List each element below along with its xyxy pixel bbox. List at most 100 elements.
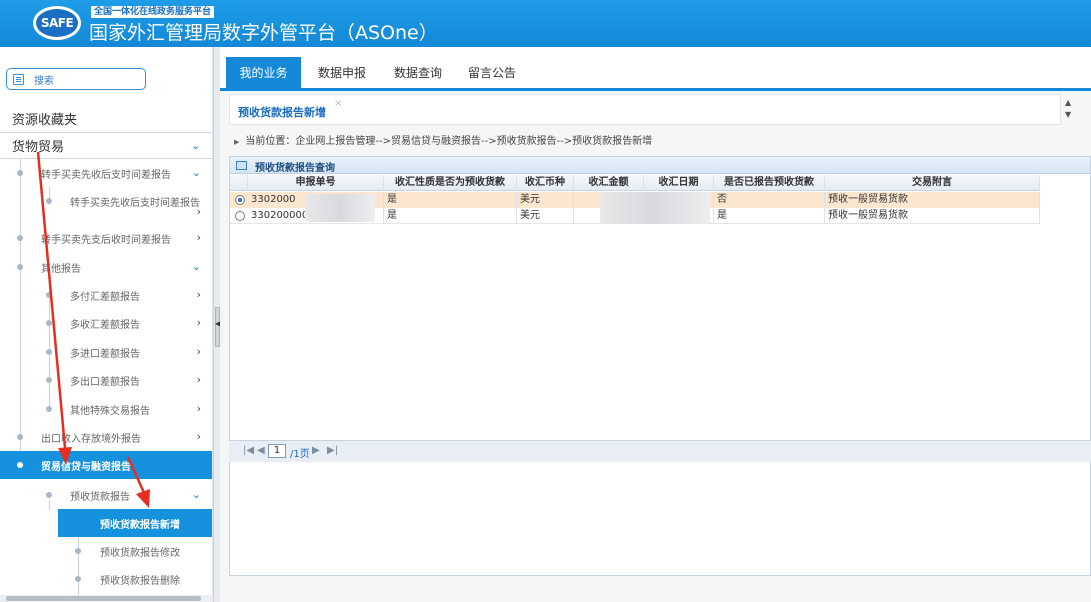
- safe-logo: SAFE: [33, 6, 81, 40]
- sidebar-item-transit-receive-first[interactable]: 转手买卖先收后支时间差报告 ⌄: [0, 159, 212, 187]
- sidebar-item-other-special[interactable]: 其他特殊交易报告 ›: [0, 395, 212, 423]
- tree-dot: [17, 170, 23, 176]
- logo-text: SAFE: [36, 9, 78, 37]
- main-content: 预收货款报告新增 × ▲ ▼ ▶ 当前位置：企业网上报告管理-->贸易信贷与融资报…: [220, 91, 1091, 602]
- tab-messages[interactable]: 留言公告: [459, 57, 525, 89]
- sidebar-item-overreceive[interactable]: 多收汇差额报告 ›: [0, 309, 212, 337]
- sidebar-item-prepayment-delete[interactable]: 预收货款报告删除: [0, 565, 212, 593]
- sidebar: 搜索 资源收藏夹 货物贸易 ⌄ 转手买卖先收后支时间差报告 ⌄ 转手买卖先收后支…: [0, 47, 213, 602]
- sidebar-scrollbar[interactable]: [0, 595, 213, 602]
- sidebar-item-overpay[interactable]: 多付汇差额报告 ›: [0, 281, 212, 309]
- column-header: 交易附言: [825, 175, 1040, 191]
- redacted-amount-date: [600, 192, 710, 224]
- chevron-right-icon: ›: [196, 316, 201, 329]
- sidebar-item-prepayment-add[interactable]: 预收货款报告新增: [58, 509, 212, 537]
- tab-data-query[interactable]: 数据查询: [383, 57, 453, 89]
- divider: [0, 132, 212, 133]
- scroll-up-icon[interactable]: ▲: [1065, 98, 1071, 107]
- sidebar-item-label: 转手买卖先收后支时间差报告: [70, 198, 200, 209]
- sidebar-item-label: 预收货款报告: [70, 492, 130, 503]
- favorites-link[interactable]: 资源收藏夹: [12, 109, 77, 128]
- redacted-id: [305, 194, 375, 222]
- query-panel: 预收货款报告查询 申报单号 收汇性质是否为预收货款 收汇币种 收汇金额 收汇日期…: [229, 156, 1091, 576]
- sidebar-item-prepayment[interactable]: 预收货款报告 ⌄: [0, 481, 212, 509]
- tree-dot: [75, 576, 81, 582]
- chevron-down-icon: ⌄: [191, 139, 201, 152]
- scrollbar-thumb[interactable]: [6, 596, 201, 601]
- sidebar-item-label: 预收货款报告修改: [100, 548, 180, 559]
- row-radio[interactable]: [235, 211, 245, 221]
- pagination-bar: |◀ ◀ 1 /1页 ▶ ▶|: [229, 440, 1091, 462]
- sidebar-item-trade-credit[interactable]: 贸易信贷与融资报告: [0, 451, 212, 479]
- cell-prepaid: 是: [384, 192, 517, 208]
- cell-id-prefix: 3302000: [251, 194, 296, 205]
- section-goods-trade[interactable]: 货物贸易: [12, 136, 64, 155]
- sidebar-item-label: 多进口差额报告: [70, 349, 140, 360]
- cell-reported: 否: [714, 192, 825, 208]
- page-total: /1页: [290, 449, 310, 460]
- sidebar-item-label: 贸易信贷与融资报告: [41, 462, 131, 473]
- sidebar-item-label: 多出口差额报告: [70, 377, 140, 388]
- tree-dot: [46, 349, 52, 355]
- row-radio[interactable]: [235, 195, 245, 205]
- tree-dot: [17, 434, 23, 440]
- sidebar-item-other-reports[interactable]: 其他报告 ⌄: [0, 253, 212, 281]
- cell-reported: 是: [714, 208, 825, 224]
- sidebar-item-overimport[interactable]: 多进口差额报告 ›: [0, 338, 212, 366]
- close-icon[interactable]: ×: [334, 98, 342, 109]
- tree-dot: [17, 462, 23, 468]
- search-icon: [13, 74, 24, 85]
- header-subtitle: 全国一体化在线政务服务平台: [91, 6, 215, 18]
- sidebar-item-label: 其他特殊交易报告: [70, 406, 150, 417]
- last-page-icon[interactable]: ▶|: [327, 445, 338, 456]
- chevron-right-icon: ›: [196, 231, 201, 244]
- sidebar-item-label: 转手买卖先收后支时间差报告: [41, 170, 171, 181]
- tree-dot: [46, 198, 52, 204]
- sidebar-item-export-abroad[interactable]: 出口收入存放境外报告 ›: [0, 423, 212, 451]
- sidebar-item-overexport[interactable]: 多出口差额报告 ›: [0, 366, 212, 394]
- next-page-icon[interactable]: ▶: [312, 445, 320, 456]
- page-title: 预收货款报告新增: [238, 106, 326, 119]
- top-tabs: 我的业务 数据申报 数据查询 留言公告: [220, 47, 1091, 89]
- sidebar-item-transit-pay-first[interactable]: 转手买卖先支后收时间差报告 ›: [0, 224, 212, 252]
- chevron-right-icon: ›: [196, 288, 201, 301]
- page-tab[interactable]: 预收货款报告新增 ×: [229, 94, 1061, 125]
- search-input[interactable]: 搜索: [34, 72, 54, 87]
- panel-title: 预收货款报告查询: [255, 163, 335, 174]
- column-header: 申报单号: [248, 175, 384, 191]
- column-header: 收汇日期: [644, 175, 714, 191]
- chevron-right-icon: ›: [196, 345, 201, 358]
- table-icon: [236, 161, 247, 170]
- chevron-right-icon: ›: [196, 402, 201, 415]
- sidebar-item-transit-receive-first-sub[interactable]: 转手买卖先收后支时间差报告 ›: [0, 187, 212, 219]
- panel-splitter[interactable]: ◀: [213, 47, 221, 602]
- page-number-input[interactable]: 1: [268, 444, 286, 458]
- sidebar-item-label: 多收汇差额报告: [70, 320, 140, 331]
- cell-prepaid: 是: [384, 208, 517, 224]
- chevron-down-icon: ⌄: [191, 488, 201, 501]
- app-header: SAFE 全国一体化在线政务服务平台 国家外汇管理局数字外管平台（ASOne）: [0, 0, 1091, 47]
- column-header: 是否已报告预收货款: [714, 175, 825, 191]
- sidebar-item-label: 预收货款报告新增: [100, 520, 180, 531]
- breadcrumb: ▶ 当前位置：企业网上报告管理-->贸易信贷与融资报告-->预收货款报告-->预收…: [234, 132, 652, 147]
- tab-data-report[interactable]: 数据申报: [307, 57, 377, 89]
- tab-my-business[interactable]: 我的业务: [226, 57, 301, 89]
- tree-dot: [75, 548, 81, 554]
- first-page-icon[interactable]: |◀: [243, 445, 254, 456]
- table-header: 申报单号 收汇性质是否为预收货款 收汇币种 收汇金额 收汇日期 是否已报告预收货…: [230, 175, 1040, 191]
- search-box[interactable]: 搜索: [6, 68, 146, 90]
- chevron-right-icon: ›: [196, 373, 201, 386]
- column-header: 收汇性质是否为预收货款: [384, 175, 517, 191]
- cell-currency: 美元: [517, 192, 574, 208]
- sidebar-item-label: 其他报告: [41, 264, 81, 275]
- tree-dot: [17, 264, 23, 270]
- column-header: 收汇币种: [517, 175, 574, 191]
- scroll-down-icon[interactable]: ▼: [1065, 110, 1071, 119]
- sidebar-item-label: 多付汇差额报告: [70, 292, 140, 303]
- tree-dot: [17, 235, 23, 241]
- panel-header: 预收货款报告查询: [230, 157, 1090, 174]
- chevron-right-icon: ›: [196, 430, 201, 443]
- sidebar-item-prepayment-edit[interactable]: 预收货款报告修改: [0, 537, 212, 565]
- cell-currency: 美元: [517, 208, 574, 224]
- prev-page-icon[interactable]: ◀: [257, 445, 265, 456]
